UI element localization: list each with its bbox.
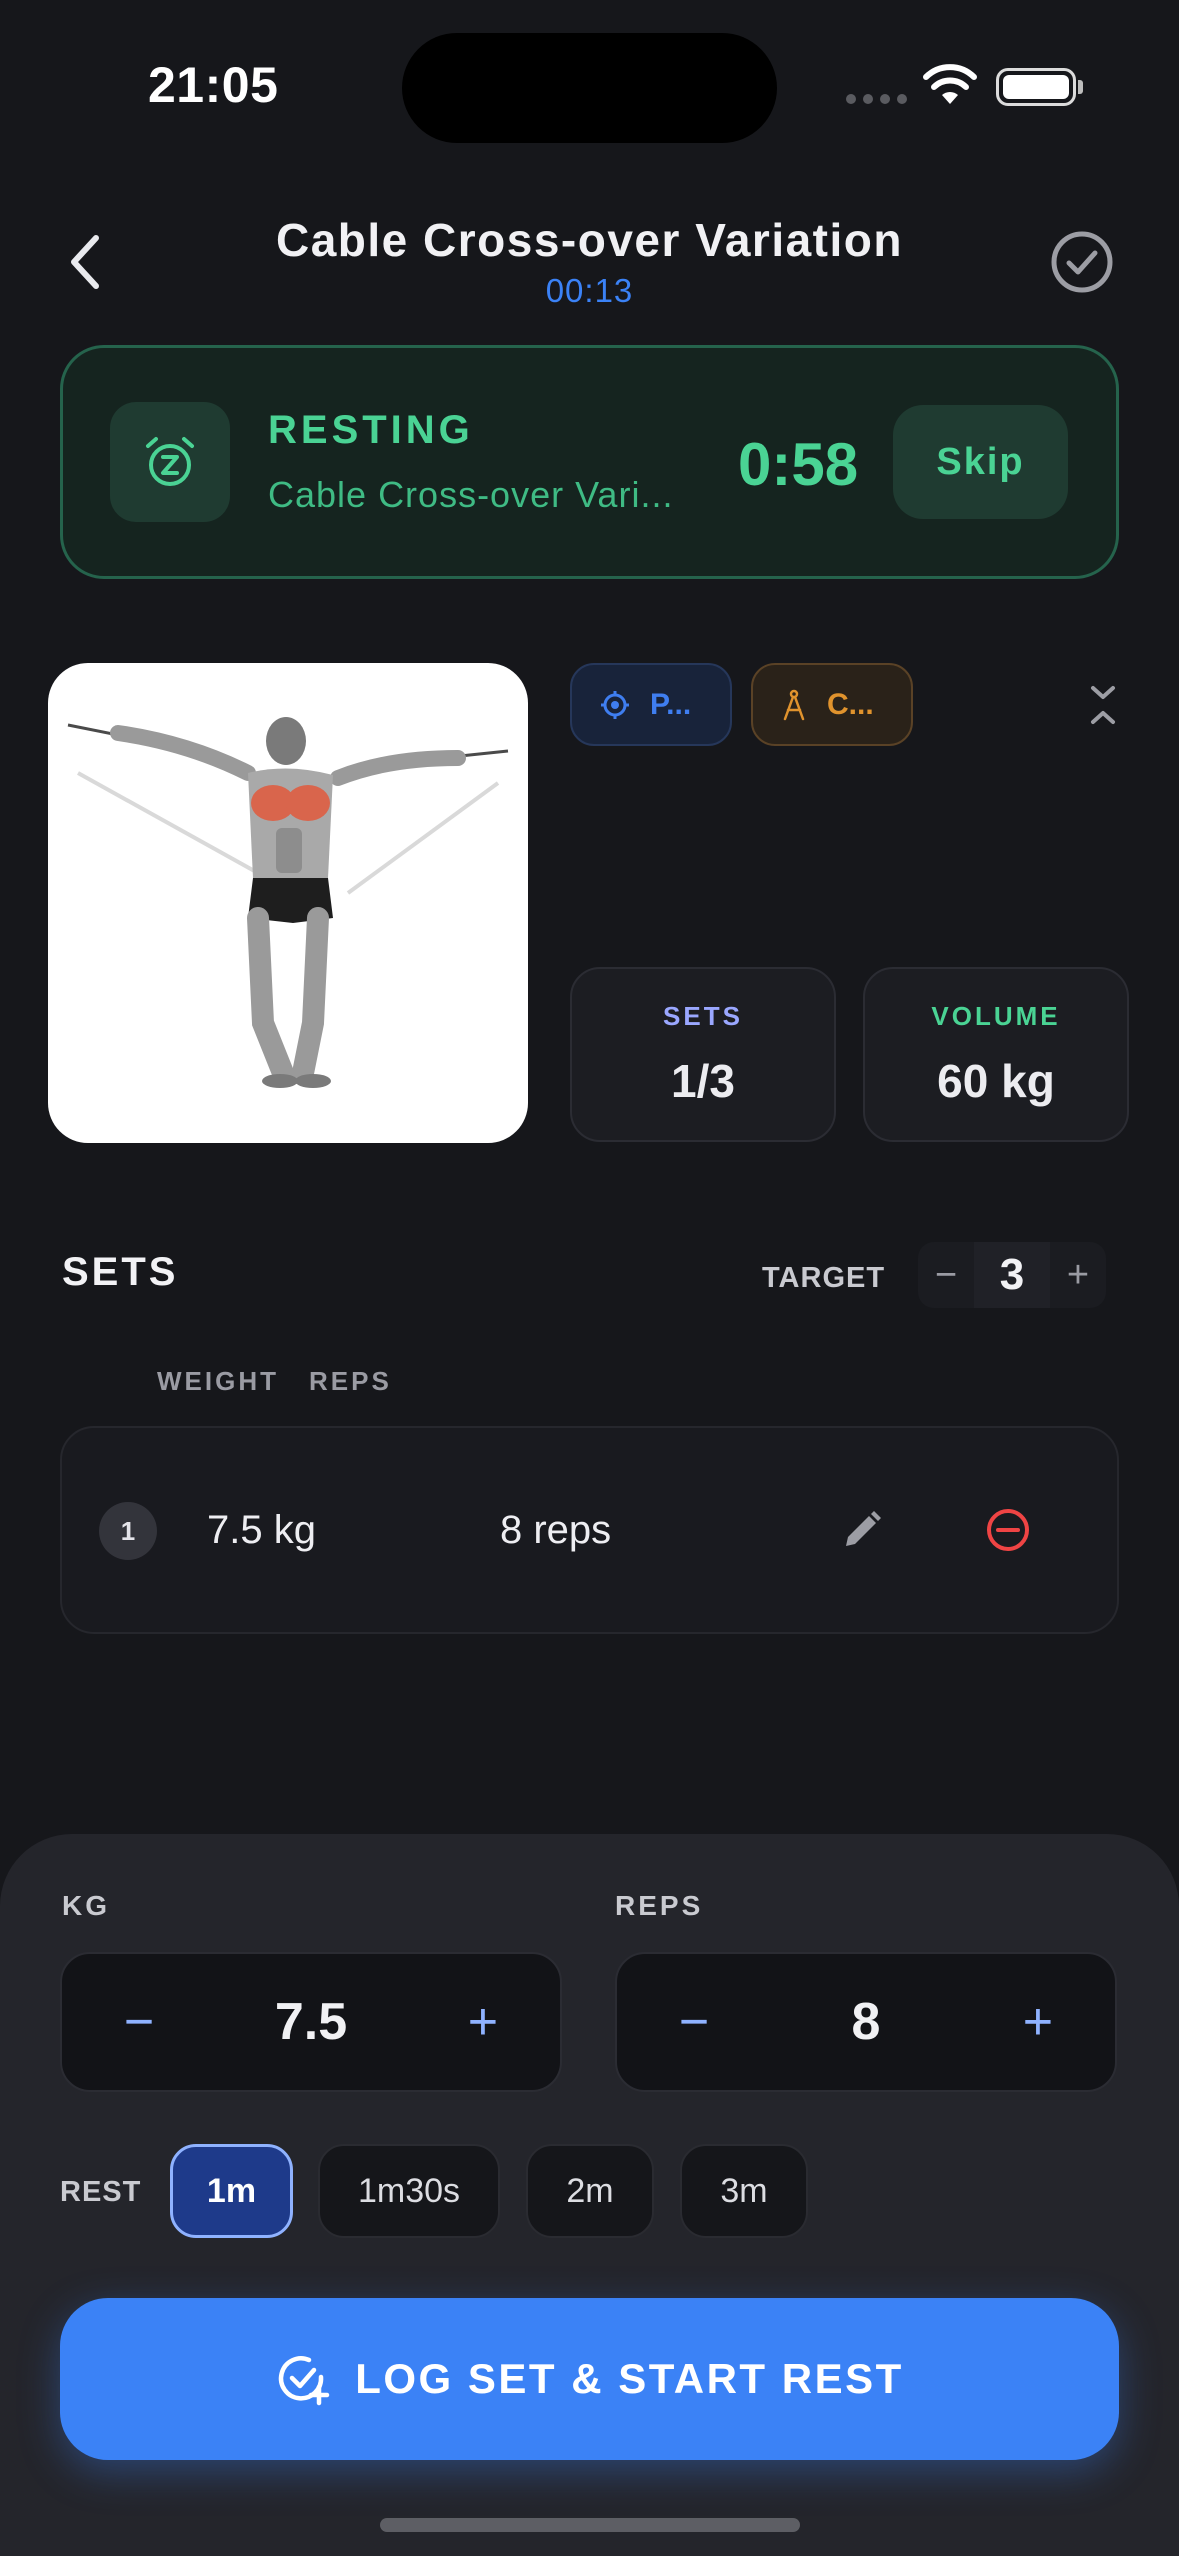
minus-circle-icon[interactable] <box>985 1507 1031 1553</box>
dynamic-island <box>402 33 777 143</box>
check-plus-icon <box>279 2356 330 2406</box>
home-indicator[interactable] <box>380 2518 800 2532</box>
equipment-tag[interactable]: C... <box>751 663 913 746</box>
sets-stat-label: SETS <box>663 1001 743 1031</box>
battery-icon <box>996 68 1076 106</box>
volume-stat-label: VOLUME <box>931 1001 1061 1031</box>
wifi-icon <box>923 64 977 104</box>
equipment-label: C... <box>827 687 874 721</box>
volume-stat-card: VOLUME 60 kg <box>863 967 1129 1142</box>
resting-label: RESTING <box>268 408 474 452</box>
kg-stepper: − 7.5 + <box>60 1952 562 2092</box>
skip-rest-button[interactable]: Skip <box>893 405 1068 519</box>
collapse-chevron-icon[interactable] <box>1088 684 1118 726</box>
alarm-icon-box <box>110 402 230 522</box>
pencil-icon[interactable] <box>840 1508 884 1552</box>
target-increment-button[interactable]: + <box>1050 1242 1106 1308</box>
resting-exercise: Cable Cross-over Vari... <box>268 474 674 515</box>
rest-label: REST <box>60 2176 142 2208</box>
primary-muscle-tag[interactable]: P... <box>570 663 732 746</box>
reps-increment-button[interactable]: + <box>1016 1992 1060 2052</box>
log-set-button[interactable]: LOG SET & START REST <box>60 2298 1119 2460</box>
target-value: 3 <box>974 1242 1050 1308</box>
rest-option-2m[interactable]: 2m <box>526 2144 654 2238</box>
weight-column-header: WEIGHT <box>157 1366 279 1396</box>
check-circle-icon[interactable] <box>1050 230 1114 294</box>
set-number-badge: 1 <box>99 1502 157 1560</box>
sets-stat-value: 1/3 <box>671 1055 735 1107</box>
set-reps: 8 reps <box>500 1508 612 1552</box>
reps-decrement-button[interactable]: − <box>672 1992 716 2052</box>
compass-icon <box>783 689 805 720</box>
battery-cap <box>1078 80 1083 94</box>
target-label: TARGET <box>762 1262 886 1294</box>
primary-muscle-label: P... <box>650 687 692 721</box>
kg-label: KG <box>62 1890 110 1921</box>
rest-option-1m30s[interactable]: 1m30s <box>318 2144 500 2238</box>
log-set-label: LOG SET & START REST <box>355 2355 904 2402</box>
target-stepper: − 3 + <box>918 1242 1106 1308</box>
reps-stepper: − 8 + <box>615 1952 1117 2092</box>
reps-column-header: REPS <box>309 1366 392 1396</box>
set-weight: 7.5 kg <box>207 1508 316 1552</box>
kg-input[interactable]: 7.5 <box>275 1992 347 2052</box>
kg-increment-button[interactable]: + <box>461 1992 505 2052</box>
volume-stat-value: 60 kg <box>937 1055 1055 1107</box>
exercise-image <box>48 663 528 1143</box>
rest-option-1m[interactable]: 1m <box>170 2144 293 2238</box>
sets-section-title: SETS <box>62 1250 179 1294</box>
rest-option-3m[interactable]: 3m <box>680 2144 808 2238</box>
rest-countdown: 0:58 <box>738 431 859 498</box>
elapsed-timer: 00:13 <box>545 272 634 309</box>
kg-decrement-button[interactable]: − <box>117 1992 161 2052</box>
target-icon <box>601 690 629 719</box>
exercise-title: Cable Cross-over Variation <box>276 214 903 266</box>
reps-input[interactable]: 8 <box>852 1992 881 2052</box>
alarm-snooze-icon <box>146 437 194 486</box>
signal-icon <box>846 94 907 104</box>
reps-label: REPS <box>615 1890 704 1921</box>
sets-stat-card: SETS 1/3 <box>570 967 836 1142</box>
target-decrement-button[interactable]: − <box>918 1242 974 1308</box>
status-time: 21:05 <box>148 57 279 113</box>
